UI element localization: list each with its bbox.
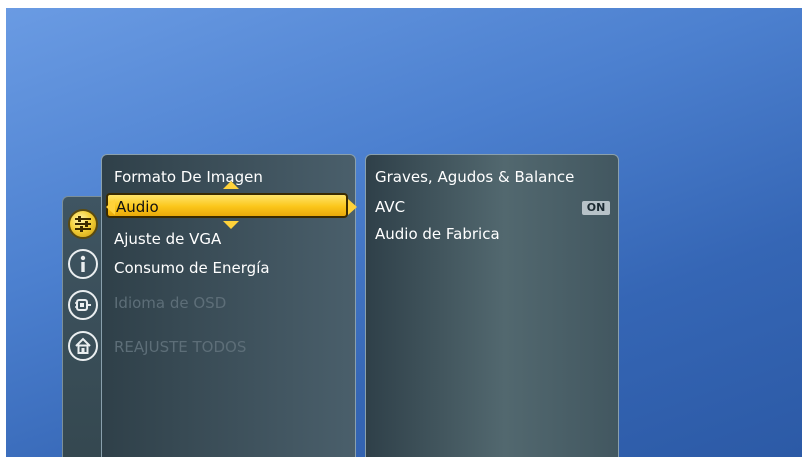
menu-item-osd-language: Idioma de OSD: [114, 294, 227, 312]
menu-item-picture-format[interactable]: Formato De Imagen: [114, 168, 263, 186]
home-icon[interactable]: [68, 331, 98, 361]
audio-submenu-panel: Graves, Agudos & Balance AVC ON Audio de…: [365, 154, 619, 457]
main-menu-panel: Formato De Imagen Audio Ajuste de VGA Co…: [101, 154, 357, 457]
right-arrow-icon: [348, 199, 357, 215]
scroll-down-arrow-icon: [223, 221, 239, 229]
tv-screen: Formato De Imagen Audio Ajuste de VGA Co…: [6, 8, 802, 457]
info-icon[interactable]: [68, 249, 98, 279]
menu-item-reset-all: REAJUSTE TODOS: [114, 338, 247, 356]
menu-item-power-consumption[interactable]: Consumo de Energía: [114, 259, 270, 277]
avc-status-badge: ON: [582, 201, 610, 215]
left-arrow-icon: [106, 199, 115, 215]
submenu-item-avc[interactable]: AVC: [375, 198, 405, 216]
scroll-up-arrow-icon: [223, 181, 239, 189]
menu-item-audio[interactable]: Audio: [106, 193, 357, 218]
sound-settings-icon[interactable]: [68, 209, 98, 239]
submenu-item-audio-factory-reset[interactable]: Audio de Fabrica: [375, 225, 500, 243]
submenu-item-bass-treble-balance[interactable]: Graves, Agudos & Balance: [375, 168, 574, 186]
menu-item-vga-settings[interactable]: Ajuste de VGA: [114, 230, 221, 248]
connection-icon[interactable]: [68, 290, 98, 320]
menu-item-audio-label: Audio: [116, 198, 159, 216]
